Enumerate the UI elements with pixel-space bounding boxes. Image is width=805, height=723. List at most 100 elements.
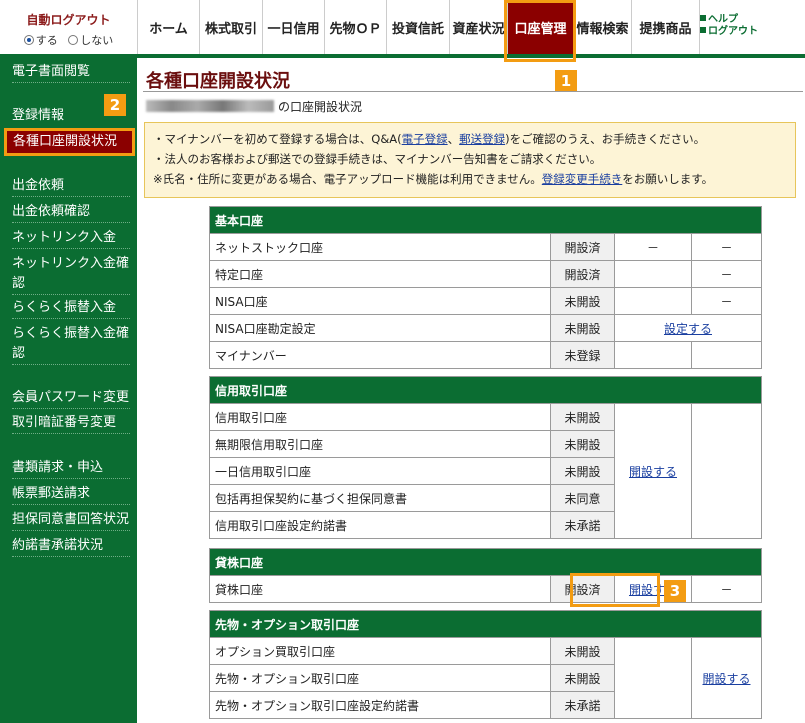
notice-text: ※氏名・住所に変更がある場合、電子アップロード機能は利用できません。 <box>153 172 542 186</box>
notice-line-2: ・法人のお客様および郵送での登録手続きは、マイナンバー告知書をご請求ください。 <box>153 152 602 166</box>
subtitle-text: の口座開設状況 <box>278 100 363 114</box>
main-content: 各種口座開設状況 の口座開設状況 ・マイナンバーを初めて登録する場合は、Q&A(… <box>138 58 805 723</box>
sidebar-item-document-request[interactable]: 書類請求・申込 <box>12 458 130 479</box>
account-col1 <box>614 341 692 369</box>
account-col2: － <box>691 575 762 603</box>
account-status: 未承諾 <box>550 511 615 539</box>
highlight-frame-1 <box>504 0 576 62</box>
account-status: 未登録 <box>550 341 615 369</box>
margin-col2 <box>691 403 762 539</box>
auto-logout-on-radio[interactable] <box>23 35 34 45</box>
sidebar-item-e-document[interactable]: 電子書面閲覧 <box>12 62 130 83</box>
square-bullet-icon <box>700 27 706 33</box>
mail-registration-link[interactable]: 郵送登録 <box>459 132 505 146</box>
help-links: ヘルプ ログアウト <box>700 14 758 38</box>
nisa-setting-cell: 設定する <box>614 314 762 342</box>
account-name: 先物・オプション取引口座 <box>209 664 551 692</box>
e-registration-link[interactable]: 電子登録 <box>402 132 448 146</box>
sidebar-item-easy-transfer-confirm[interactable]: らくらく振替入金確認 <box>12 324 130 365</box>
futures-open-link[interactable]: 開設する <box>702 672 750 686</box>
table-header: 先物・オプション取引口座 <box>209 610 762 638</box>
account-status: 未開設 <box>550 403 615 431</box>
logout-link-label[interactable]: ログアウト <box>708 26 758 37</box>
sidebar-item-netlink-deposit[interactable]: ネットリンク入金 <box>12 228 130 249</box>
account-status: 未同意 <box>550 484 615 512</box>
account-col2: － <box>691 260 762 288</box>
square-bullet-icon <box>700 15 706 21</box>
sidebar-item-account-status[interactable]: 各種口座開設状況 <box>4 128 135 156</box>
account-name: NISA口座勘定設定 <box>209 314 551 342</box>
sidebar-item-agreement-status[interactable]: 約諾書承諾状況 <box>12 536 130 557</box>
account-name: 包括再担保契約に基づく担保同意書 <box>209 484 551 512</box>
main-nav: ホーム 株式取引 一日信用 先物ＯＰ 投資信託 資産状況 口座管理 情報検索 提… <box>138 0 700 54</box>
auto-logout-title: 自動ログアウト <box>26 13 111 27</box>
nav-investment-trust[interactable]: 投資信託 <box>387 0 450 54</box>
table-row: 特定口座 開設済 － <box>209 260 762 288</box>
notice-line-1: ・マイナンバーを初めて登録する場合は、Q&A(電子登録、郵送登録)をご確認のうえ… <box>153 129 787 149</box>
account-name: 貸株口座 <box>209 575 551 603</box>
table-header: 信用取引口座 <box>209 376 762 404</box>
marker-2: 2 <box>104 94 126 116</box>
sidebar-item-collateral-status[interactable]: 担保同意書回答状況 <box>12 510 130 531</box>
nav-day-margin[interactable]: 一日信用 <box>263 0 325 54</box>
registration-change-link[interactable]: 登録変更手続き <box>542 172 623 186</box>
futures-col1 <box>614 637 692 719</box>
sidebar-item-netlink-deposit-confirm[interactable]: ネットリンク入金確認 <box>12 254 130 295</box>
page-subtitle: の口座開設状況 <box>146 98 362 115</box>
notice-text: 、 <box>447 132 460 146</box>
account-status: 未開設 <box>550 430 615 458</box>
table-row: NISA口座 未開設 － <box>209 287 762 315</box>
table-row: オプション買取引口座 未開設 開設する <box>209 637 762 719</box>
nav-asset-status[interactable]: 資産状況 <box>450 0 508 54</box>
nav-home[interactable]: ホーム <box>138 0 200 54</box>
notice-text: ・マイナンバーを初めて登録する場合は、Q&A( <box>153 132 402 146</box>
auto-logout-off-radio[interactable] <box>68 35 79 45</box>
top-bar: 自動ログアウト する しない ホーム 株式取引 一日信用 先物ＯＰ 投資信託 資… <box>0 0 805 58</box>
title-divider <box>143 91 803 92</box>
help-link[interactable]: ヘルプ <box>700 14 758 26</box>
marker-3: 3 <box>664 580 686 602</box>
account-status: 未承諾 <box>550 691 615 719</box>
nav-futures-options[interactable]: 先物ＯＰ <box>325 0 387 54</box>
sidebar-item-password-change[interactable]: 会員パスワード変更 <box>12 388 130 409</box>
auto-logout-off-label[interactable]: しない <box>80 34 113 47</box>
sidebar-item-withdrawal-confirm[interactable]: 出金依頼確認 <box>12 202 130 223</box>
table-row: ネットストック口座 開設済 － － <box>209 233 762 261</box>
account-name: マイナンバー <box>209 341 551 369</box>
nav-partner-products[interactable]: 提携商品 <box>632 0 700 54</box>
sidebar-item-pin-change[interactable]: 取引暗証番号変更 <box>12 413 130 434</box>
auto-logout-panel: 自動ログアウト する しない <box>0 0 138 54</box>
account-status: 開設済 <box>550 233 615 261</box>
margin-open-link[interactable]: 開設する <box>629 465 677 479</box>
account-name: 特定口座 <box>209 260 551 288</box>
account-status: 未開設 <box>550 457 615 485</box>
notice-line-3: ※氏名・住所に変更がある場合、電子アップロード機能は利用できません。登録変更手続… <box>153 169 787 189</box>
account-status: 未開設 <box>550 287 615 315</box>
nav-stock-trading[interactable]: 株式取引 <box>200 0 263 54</box>
account-status: 未開設 <box>550 637 615 665</box>
nisa-setting-link[interactable]: 設定する <box>664 322 712 336</box>
account-status: 未開設 <box>550 314 615 342</box>
sidebar-item-mail-request[interactable]: 帳票郵送請求 <box>12 484 130 505</box>
help-link-label[interactable]: ヘルプ <box>708 14 738 25</box>
logout-link[interactable]: ログアウト <box>700 26 758 38</box>
account-name: 一日信用取引口座 <box>209 457 551 485</box>
notice-text: )をご確認のうえ、お手続きください。 <box>505 132 706 146</box>
account-name: ネットストック口座 <box>209 233 551 261</box>
nav-info-search[interactable]: 情報検索 <box>574 0 632 54</box>
account-status: 未開設 <box>550 664 615 692</box>
auto-logout-on-label[interactable]: する <box>36 34 58 47</box>
table-row: 信用取引口座 未開設 開設する <box>209 403 762 539</box>
auto-logout-options: する しない <box>0 32 137 48</box>
sidebar-item-withdrawal-request[interactable]: 出金依頼 <box>12 176 130 197</box>
table-row: NISA口座勘定設定 未開設 設定する <box>209 314 762 342</box>
account-name: 信用取引口座 <box>209 403 551 431</box>
account-col2: － <box>691 287 762 315</box>
futures-open-cell: 開設する <box>691 637 762 719</box>
sidebar-item-easy-transfer[interactable]: らくらく振替入金 <box>12 298 130 319</box>
notice-box: ・マイナンバーを初めて登録する場合は、Q&A(電子登録、郵送登録)をご確認のうえ… <box>144 122 796 198</box>
table-header: 基本口座 <box>209 206 762 234</box>
account-name: 無期限信用取引口座 <box>209 430 551 458</box>
page-title: 各種口座開設状況 <box>146 71 290 92</box>
masked-user-name <box>146 100 274 112</box>
